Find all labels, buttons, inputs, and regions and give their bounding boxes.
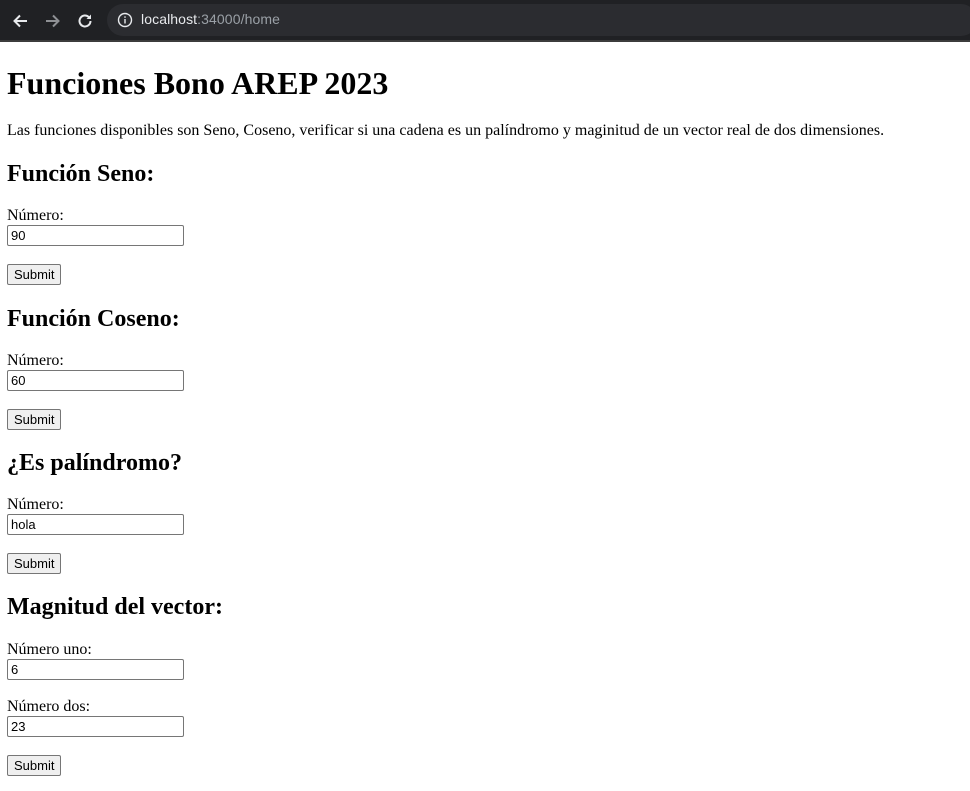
vector-input-dos[interactable] bbox=[7, 716, 184, 737]
reload-icon[interactable] bbox=[73, 9, 97, 33]
palindromo-submit-button[interactable]: Submit bbox=[7, 553, 62, 574]
browser-toolbar: localhost:34000/home bbox=[0, 0, 970, 42]
page-title: Funciones Bono AREP 2023 bbox=[7, 65, 389, 101]
coseno-input[interactable] bbox=[7, 370, 184, 391]
url-host: localhost bbox=[141, 11, 198, 27]
vector-input-uno[interactable] bbox=[7, 659, 184, 680]
page-description: Las funciones disponibles son Seno, Cose… bbox=[7, 122, 885, 139]
palindromo-label: Número: bbox=[7, 496, 64, 513]
forward-arrow-icon[interactable] bbox=[41, 9, 65, 33]
vector-label-uno: Número uno: bbox=[7, 641, 92, 658]
palindromo-input[interactable] bbox=[7, 514, 184, 535]
seno-input[interactable] bbox=[7, 225, 184, 246]
coseno-submit-button[interactable]: Submit bbox=[7, 409, 62, 430]
coseno-label: Número: bbox=[7, 352, 64, 369]
back-arrow-icon[interactable] bbox=[8, 9, 32, 33]
seno-label: Número: bbox=[7, 207, 64, 224]
url-text: localhost:34000/home bbox=[141, 11, 280, 27]
seno-heading: Función Seno: bbox=[7, 161, 155, 187]
vector-label-dos: Número dos: bbox=[7, 698, 91, 715]
address-bar[interactable]: localhost:34000/home bbox=[107, 4, 970, 36]
url-path: :34000/home bbox=[197, 11, 280, 27]
palindromo-heading: ¿Es palíndromo? bbox=[7, 450, 182, 476]
info-icon[interactable] bbox=[117, 12, 133, 28]
vector-submit-button[interactable]: Submit bbox=[7, 755, 62, 776]
vector-heading: Magnitud del vector: bbox=[7, 594, 223, 620]
seno-submit-button[interactable]: Submit bbox=[7, 264, 62, 285]
coseno-heading: Función Coseno: bbox=[7, 306, 180, 332]
